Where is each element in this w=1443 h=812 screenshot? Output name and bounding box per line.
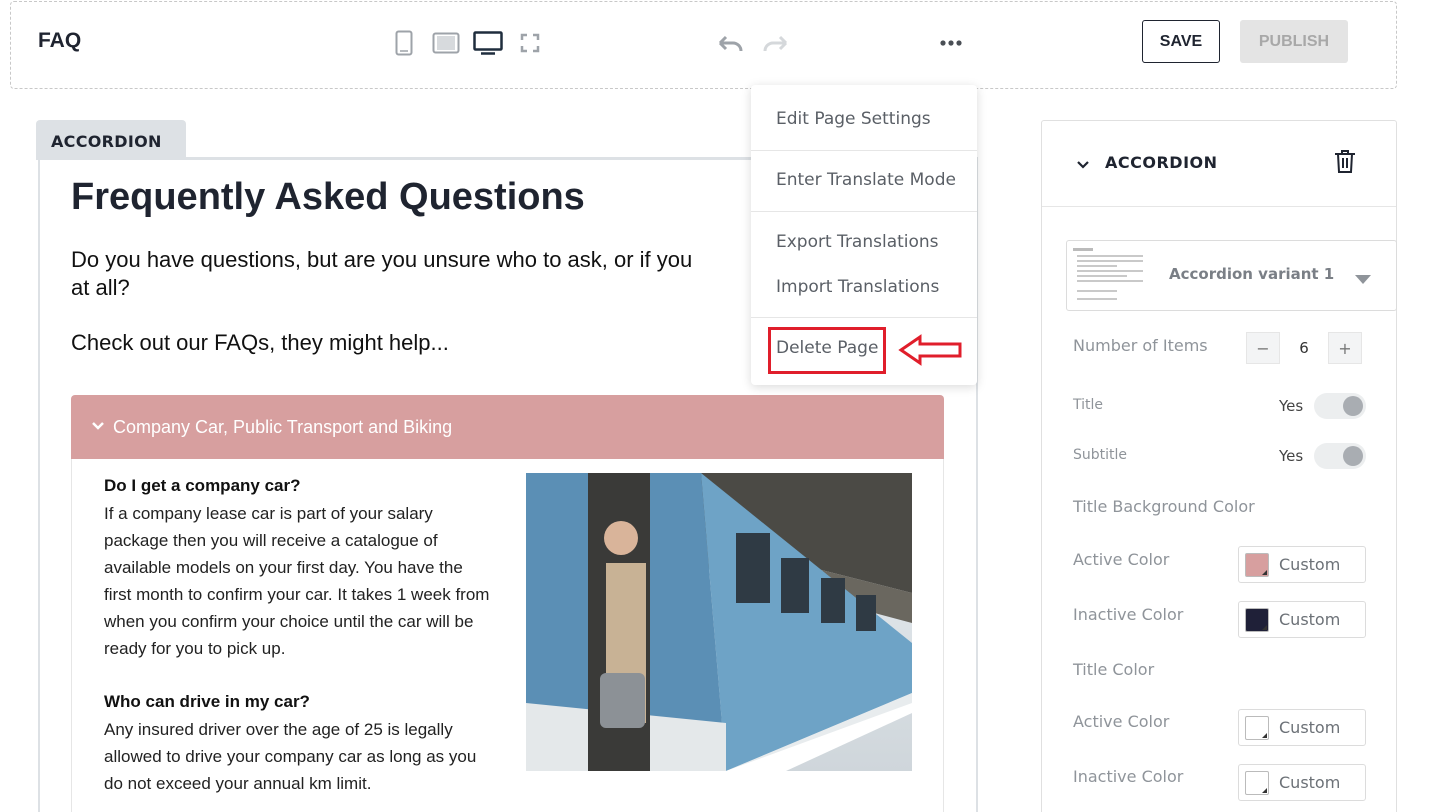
title-active-color-picker[interactable]: Custom [1238, 709, 1366, 746]
menu-item-import-translations[interactable]: Import Translations [776, 277, 939, 297]
faq-intro-line: at all? [71, 275, 130, 300]
title-toggle-label: Title [1073, 397, 1104, 413]
device-preview-switcher [383, 30, 551, 56]
toggle-knob [1343, 396, 1363, 416]
title-active-color-label: Active Color [1073, 712, 1170, 731]
block-type-tab[interactable]: ACCORDION [36, 120, 186, 160]
faq-answer: Any insured driver over the age of 25 is… [104, 720, 477, 793]
publish-button[interactable]: PUBLISH [1240, 20, 1348, 63]
color-value: Custom [1279, 773, 1341, 792]
color-value: Custom [1279, 610, 1341, 629]
faq-intro-secondary: Check out our FAQs, they might help... [71, 330, 449, 355]
menu-divider [751, 150, 977, 151]
increment-button[interactable]: + [1328, 332, 1362, 364]
panel-divider [1042, 206, 1396, 207]
subtitle-toggle-label: Subtitle [1073, 447, 1128, 463]
color-swatch [1245, 608, 1269, 632]
variant-thumbnail [1073, 248, 1145, 309]
color-swatch [1245, 771, 1269, 795]
menu-divider [751, 211, 977, 212]
chevron-down-icon [91, 418, 105, 436]
accordion-item-header[interactable]: Company Car, Public Transport and Biking [71, 395, 944, 459]
undo-icon[interactable] [715, 30, 747, 56]
title-color-heading: Title Color [1073, 660, 1155, 679]
faq-heading: Frequently Asked Questions [71, 176, 585, 218]
delete-page-highlight [768, 327, 886, 374]
faq-intro-text: Do you have questions, but are you unsur… [71, 246, 771, 302]
color-value: Custom [1279, 718, 1341, 737]
fullscreen-icon[interactable] [509, 30, 551, 56]
color-swatch [1245, 716, 1269, 740]
page-title: FAQ [38, 29, 82, 52]
number-of-items-stepper: − 6 + [1246, 332, 1362, 364]
bg-inactive-color-label: Inactive Color [1073, 605, 1184, 624]
accordion-item-title: Company Car, Public Transport and Biking [113, 416, 453, 437]
save-button[interactable]: SAVE [1142, 20, 1220, 63]
bg-inactive-color-picker[interactable]: Custom [1238, 601, 1366, 638]
faq-question: Do I get a company car? [104, 476, 301, 495]
color-value: Custom [1279, 555, 1341, 574]
variant-label: Accordion variant 1 [1169, 265, 1335, 283]
mobile-icon[interactable] [383, 30, 425, 56]
decrement-button[interactable]: − [1246, 332, 1280, 364]
more-options-icon[interactable] [936, 30, 966, 56]
toggle-knob [1343, 446, 1363, 466]
title-toggle-value: Yes [1279, 397, 1304, 415]
faq-question: Who can drive in my car? [104, 692, 310, 711]
tablet-icon[interactable] [425, 30, 467, 56]
train-station-photo [526, 473, 912, 771]
number-of-items-value[interactable]: 6 [1280, 339, 1328, 357]
menu-divider [751, 317, 977, 318]
desktop-icon[interactable] [467, 30, 509, 56]
collapse-chevron-icon[interactable] [1076, 157, 1090, 175]
trash-icon[interactable] [1334, 149, 1356, 179]
menu-item-enter-translate-mode[interactable]: Enter Translate Mode [776, 170, 956, 190]
panel-title: ACCORDION [1105, 153, 1218, 172]
title-toggle[interactable] [1314, 393, 1366, 419]
title-inactive-color-picker[interactable]: Custom [1238, 764, 1366, 801]
bg-active-color-label: Active Color [1073, 550, 1170, 569]
subtitle-toggle-value: Yes [1279, 447, 1304, 465]
menu-item-export-translations[interactable]: Export Translations [776, 232, 939, 252]
history-controls [715, 30, 791, 56]
color-swatch [1245, 553, 1269, 577]
title-inactive-color-label: Inactive Color [1073, 767, 1184, 786]
faq-intro-line: Do you have questions, but are you unsur… [71, 247, 693, 272]
subtitle-toggle[interactable] [1314, 443, 1366, 469]
menu-item-edit-page-settings[interactable]: Edit Page Settings [776, 109, 931, 129]
redo-icon[interactable] [759, 30, 791, 56]
faq-answer: If a company lease car is part of your s… [104, 504, 490, 658]
caret-down-icon[interactable] [1355, 271, 1371, 289]
title-background-color-heading: Title Background Color [1073, 497, 1255, 516]
left-arrow-annotation-icon [898, 334, 964, 371]
number-of-items-label: Number of Items [1073, 336, 1208, 355]
bg-active-color-picker[interactable]: Custom [1238, 546, 1366, 583]
